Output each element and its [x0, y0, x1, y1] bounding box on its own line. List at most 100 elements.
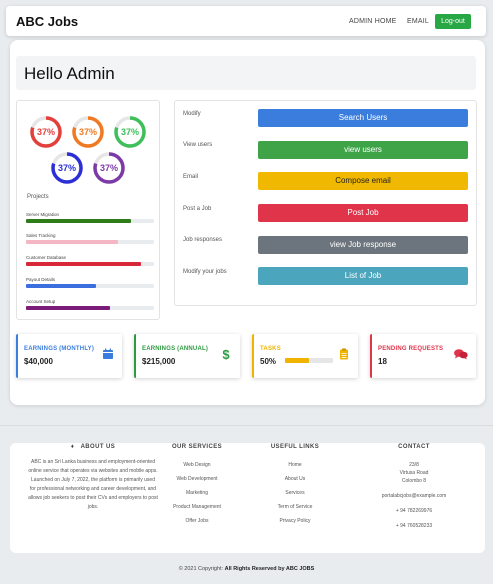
stat-card-earnings-annual: EARNINGS (ANNUAL) $215,000 $ — [134, 334, 240, 378]
donut-value: 37% — [78, 127, 97, 137]
project-progress-track — [26, 219, 154, 223]
footer-service-link[interactable]: Product Management — [160, 504, 234, 510]
project-label: Payout Details — [26, 277, 56, 282]
project-progress-track — [26, 262, 154, 266]
project-progress-fill — [26, 284, 97, 288]
stat-accent-bar — [370, 334, 372, 378]
progress-donut: 37% — [113, 115, 147, 149]
copyright-prefix: © 2021 Copyright: — [178, 566, 224, 572]
project-progress-item: Payout Details — [26, 277, 154, 288]
footer-services-section: OUR SERVICES Web Design Web Development … — [160, 443, 234, 524]
search-users-button[interactable]: Search Users — [258, 109, 468, 127]
project-progress-item: Sales Tracking — [26, 233, 154, 244]
svg-text:$: $ — [222, 348, 230, 360]
project-progress-item: Account Setup — [26, 299, 154, 310]
calendar-icon — [103, 348, 113, 359]
admin-actions-panel: Modify Search Users View users view user… — [174, 100, 477, 306]
project-progress-track — [26, 284, 154, 288]
action-label: Post a Job — [183, 206, 212, 212]
navbar: ABC Jobs ADMIN HOME EMAIL Log-out — [6, 6, 486, 36]
footer-services-heading: OUR SERVICES — [171, 444, 223, 450]
project-progress-fill — [26, 240, 119, 244]
project-label: Server Migration — [26, 212, 60, 217]
stat-accent-bar — [134, 334, 136, 378]
stat-accent-bar — [252, 334, 254, 378]
project-progress-track — [26, 240, 154, 244]
footer-useful-link[interactable]: Services — [260, 490, 330, 496]
footer-service-link[interactable]: Offer Jobs — [160, 518, 234, 524]
contact-address-line: Virtusa Road — [399, 470, 429, 476]
dashboard-card: Hello Admin 37% 37% 37% 37% 37% Projects… — [10, 40, 485, 405]
site-footer: ♦ ABOUT US ABC is an Sri Lanka business … — [10, 443, 485, 553]
progress-donut: 37% — [50, 151, 84, 185]
action-label: Job responses — [183, 237, 223, 243]
stat-accent-bar — [16, 334, 18, 378]
contact-phone[interactable]: + 94 760528233 — [360, 523, 468, 529]
footer-about-section: ♦ ABOUT US ABC is an Sri Lanka business … — [28, 443, 158, 512]
project-label: Sales Tracking — [26, 233, 56, 238]
view-job-response-button[interactable]: view Job response — [258, 236, 468, 254]
stat-value: $40,000 — [24, 357, 53, 366]
footer-useful-link[interactable]: Home — [260, 462, 330, 468]
footer-useful-link[interactable]: Privacy Policy — [260, 518, 330, 524]
post-job-button[interactable]: Post Job — [258, 204, 468, 222]
gem-icon: ♦ — [70, 444, 75, 450]
contact-phone[interactable]: + 94 782269976 — [360, 508, 468, 514]
stat-card-tasks: TASKS 50% — [252, 334, 358, 378]
nav-email-link[interactable]: EMAIL — [407, 18, 429, 25]
tasks-progress-track — [285, 358, 333, 363]
tasks-progress-fill — [285, 358, 309, 363]
project-progress-track — [26, 306, 154, 310]
contact-email[interactable]: portalabcjobs@example.com — [360, 493, 468, 499]
contact-address-line: Colombo 8 — [401, 478, 427, 484]
donut-value: 37% — [57, 163, 76, 173]
action-label: Email — [183, 174, 199, 180]
copyright-bold-text: All Rights Reserved by ABC JOBS — [224, 566, 315, 572]
logout-button[interactable]: Log-out — [435, 14, 471, 29]
project-progress-fill — [26, 262, 142, 266]
nav-admin-home-link[interactable]: ADMIN HOME — [349, 18, 397, 25]
greeting-banner: Hello Admin — [16, 56, 476, 90]
footer-useful-link[interactable]: About Us — [260, 476, 330, 482]
action-label: Modify your jobs — [183, 269, 227, 275]
brand-logo[interactable]: ABC Jobs — [16, 14, 78, 29]
contact-address-line: 23/8 — [409, 462, 419, 468]
footer-contact-section: CONTACT 23/8 Virtusa Road Colombo 8 port… — [360, 443, 468, 529]
footer-divider — [0, 425, 493, 426]
donut-value: 37% — [120, 127, 139, 137]
footer-links-heading: USEFUL LINKS — [270, 444, 320, 450]
stat-card-pending-requests: PENDING REQUESTS 18 — [370, 334, 476, 378]
project-progress-fill — [26, 306, 111, 310]
footer-contact-heading: CONTACT — [398, 444, 430, 450]
project-label: Customer Database — [26, 255, 67, 260]
project-progress-item: Server Migration — [26, 212, 154, 223]
stat-title: EARNINGS (MONTHLY) — [24, 346, 95, 352]
footer-service-link[interactable]: Web Design — [160, 462, 234, 468]
stat-value: $215,000 — [142, 357, 176, 366]
footer-about-heading: ♦ ABOUT US — [28, 444, 158, 450]
projects-panel: 37% 37% 37% 37% 37% Projects Server Migr… — [16, 100, 160, 320]
footer-about-heading-text: ABOUT US — [80, 444, 116, 450]
copyright-notice: © 2021 Copyright: All Rights Reserved by… — [0, 566, 493, 572]
footer-service-link[interactable]: Web Development — [160, 476, 234, 482]
stat-value: 50% — [260, 357, 277, 366]
stat-value: 18 — [378, 357, 387, 366]
comments-icon — [454, 349, 468, 360]
view-users-button[interactable]: view users — [258, 141, 468, 159]
footer-service-link[interactable]: Marketing — [160, 490, 234, 496]
progress-donut: 37% — [29, 115, 63, 149]
action-label: Modify — [183, 111, 201, 117]
footer-useful-link[interactable]: Term of Service — [260, 504, 330, 510]
compose-email-button[interactable]: Compose email — [258, 172, 468, 190]
dollar-icon: $ — [222, 348, 230, 360]
list-of-job-button[interactable]: List of Job — [258, 267, 468, 285]
project-label: Account Setup — [26, 299, 56, 304]
projects-heading: Projects — [27, 194, 49, 200]
greeting-title: Hello Admin — [24, 64, 115, 83]
footer-about-text: ABC is an Sri Lanka business and employm… — [28, 459, 158, 510]
clipboard-icon — [340, 348, 348, 360]
donut-value: 37% — [36, 127, 55, 137]
stat-title: TASKS — [260, 346, 281, 352]
action-label: View users — [183, 142, 213, 148]
stat-title: PENDING REQUESTS — [378, 346, 444, 352]
